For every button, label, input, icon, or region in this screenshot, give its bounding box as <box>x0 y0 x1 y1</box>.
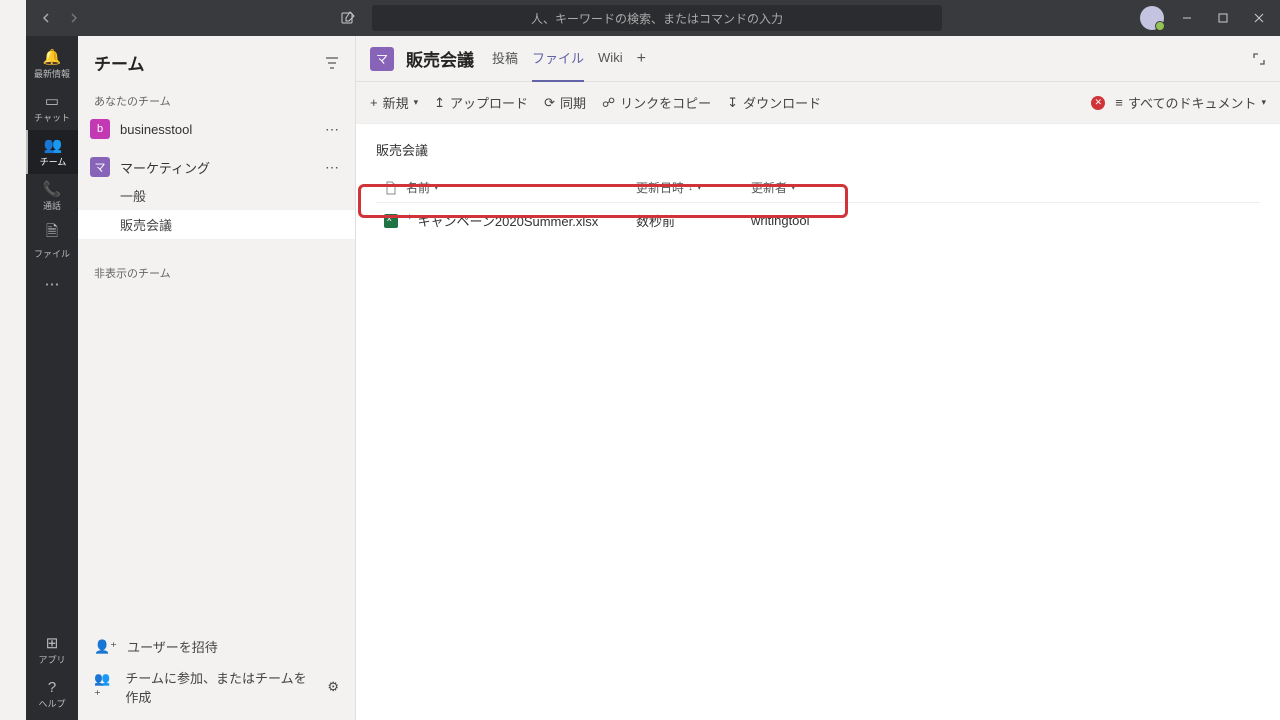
rail-activity[interactable]: 🔔最新情報 <box>26 42 78 86</box>
apps-icon: ⊞ <box>46 634 59 652</box>
phone-icon: 📞 <box>43 180 62 198</box>
join-create-team[interactable]: 👥⁺チームに参加、またはチームを作成⚙ <box>78 662 355 712</box>
chevron-down-icon: ▾ <box>697 182 702 193</box>
rail-files[interactable]: 🗎ファイル <box>26 218 78 262</box>
minimize-button[interactable] <box>1174 5 1200 31</box>
invite-users[interactable]: 👤⁺ユーザーを招待 <box>78 631 355 662</box>
channel-header: マ 販売会議 投稿 ファイル Wiki + <box>356 36 1280 82</box>
expand-icon[interactable] <box>1252 52 1266 66</box>
section-hidden-teams: 非表示のチーム <box>78 257 355 287</box>
upload-icon: ↥ <box>434 95 445 111</box>
tab-wiki[interactable]: Wiki <box>598 36 623 82</box>
tab-posts[interactable]: 投稿 <box>492 36 518 82</box>
rail-apps[interactable]: ⊞アプリ <box>26 628 78 672</box>
plus-icon: + <box>370 95 378 110</box>
team-more-icon[interactable]: ⋯ <box>321 159 343 176</box>
chevron-down-icon: ▾ <box>434 182 439 193</box>
chat-icon: ▭ <box>45 92 59 110</box>
table-header: 名前▾ 更新日時↓▾ 更新者▾ <box>376 173 1260 203</box>
channel-sales-meeting[interactable]: 販売会議 <box>78 210 355 239</box>
download-icon: ↧ <box>727 95 738 111</box>
copy-link-button[interactable]: ☍リンクをコピー <box>602 93 711 112</box>
team-marketing[interactable]: マ マーケティング ⋯ <box>78 153 355 181</box>
main-content: マ 販売会議 投稿 ファイル Wiki + +新規▾ ↥アップロード ⟳同期 ☍… <box>356 36 1280 720</box>
rail-teams[interactable]: 👥チーム <box>26 130 78 174</box>
maximize-button[interactable] <box>1210 5 1236 31</box>
col-modified[interactable]: 更新日時↓▾ <box>636 179 751 196</box>
rail-help[interactable]: ?ヘルプ <box>26 672 78 716</box>
add-tab-button[interactable]: + <box>637 36 646 82</box>
filter-icon[interactable] <box>325 56 339 70</box>
compose-icon[interactable] <box>336 6 360 30</box>
sync-error-icon[interactable]: ✕ <box>1091 96 1105 110</box>
rail-calls[interactable]: 📞通話 <box>26 174 78 218</box>
section-your-teams: あなたのチーム <box>78 85 355 115</box>
sort-desc-icon: ↓ <box>688 182 693 193</box>
chevron-down-icon: ▾ <box>414 97 419 108</box>
group-add-icon: 👥⁺ <box>94 671 115 703</box>
sidebar: チーム あなたのチーム b businesstool ⋯ マ マーケティング ⋯… <box>78 36 356 720</box>
link-icon: ☍ <box>602 95 615 111</box>
team-businesstool[interactable]: b businesstool ⋯ <box>78 115 355 143</box>
col-type-icon[interactable] <box>376 181 406 195</box>
titlebar: 人、キーワードの検索、またはコマンドの入力 <box>26 0 1280 36</box>
forward-button[interactable] <box>62 6 86 30</box>
sync-button[interactable]: ⟳同期 <box>544 93 586 112</box>
col-name[interactable]: 名前▾ <box>406 179 636 196</box>
team-more-icon[interactable]: ⋯ <box>321 121 343 138</box>
close-button[interactable] <box>1246 5 1272 31</box>
list-icon: ≡ <box>1115 95 1123 110</box>
channel-title: 販売会議 <box>406 46 474 71</box>
rail-more[interactable]: ⋯ <box>26 262 78 306</box>
new-badge-icon: ✦ <box>406 212 414 223</box>
rail-chat[interactable]: ▭チャット <box>26 86 78 130</box>
col-modified-by[interactable]: 更新者▾ <box>751 179 866 196</box>
channel-general[interactable]: 一般 <box>78 181 355 210</box>
file-icon: 🗎 <box>46 221 58 246</box>
files-area: 販売会議 名前▾ 更新日時↓▾ 更新者▾ ✦キャンペーン2020Summer.x… <box>356 124 1280 720</box>
chevron-down-icon: ▾ <box>791 182 796 193</box>
file-row[interactable]: ✦キャンペーン2020Summer.xlsx 数秒前 writingtool <box>376 203 1260 238</box>
upload-button[interactable]: ↥アップロード <box>434 93 528 112</box>
teams-icon: 👥 <box>44 136 63 154</box>
search-placeholder: 人、キーワードの検索、またはコマンドの入力 <box>531 10 783 27</box>
search-input[interactable]: 人、キーワードの検索、またはコマンドの入力 <box>372 5 942 31</box>
help-icon: ? <box>48 679 56 696</box>
app-rail: 🔔最新情報 ▭チャット 👥チーム 📞通話 🗎ファイル ⋯ ⊞アプリ ?ヘルプ <box>26 36 78 720</box>
sync-icon: ⟳ <box>544 95 555 111</box>
more-icon: ⋯ <box>45 275 60 293</box>
gear-icon[interactable]: ⚙ <box>327 679 339 695</box>
breadcrumb[interactable]: 販売会議 <box>356 134 1280 173</box>
tab-files[interactable]: ファイル <box>532 36 584 82</box>
download-button[interactable]: ↧ダウンロード <box>727 93 821 112</box>
team-icon: b <box>90 119 110 139</box>
bell-icon: 🔔 <box>43 48 62 66</box>
person-add-icon: 👤⁺ <box>94 639 117 655</box>
avatar[interactable] <box>1140 6 1164 30</box>
chevron-down-icon: ▾ <box>1261 97 1266 108</box>
new-button[interactable]: +新規▾ <box>370 93 418 112</box>
view-selector[interactable]: ≡すべてのドキュメント▾ <box>1115 93 1266 112</box>
team-icon: マ <box>90 157 110 177</box>
back-button[interactable] <box>34 6 58 30</box>
excel-icon <box>384 214 398 228</box>
sidebar-title: チーム <box>94 50 145 75</box>
channel-icon: マ <box>370 47 394 71</box>
files-toolbar: +新規▾ ↥アップロード ⟳同期 ☍リンクをコピー ↧ダウンロード ✕ ≡すべて… <box>356 82 1280 124</box>
